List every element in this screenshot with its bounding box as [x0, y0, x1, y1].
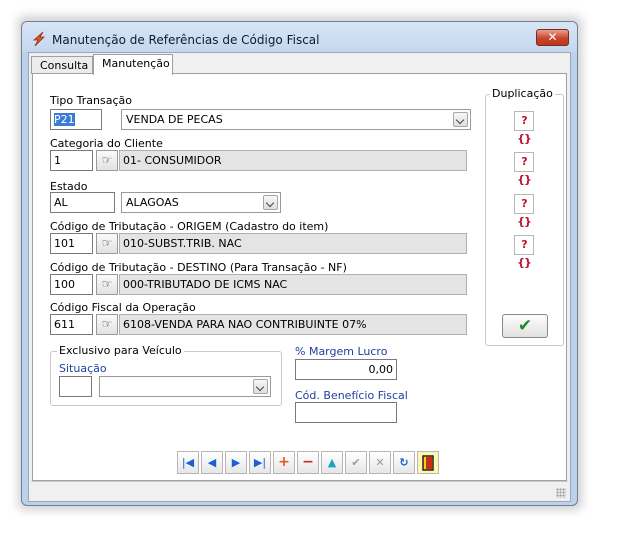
close-button[interactable]: ✕	[536, 29, 569, 46]
window-title: Manutenção de Referências de Código Fisc…	[52, 33, 320, 47]
categoria-description: 01- CONSUMIDOR	[119, 150, 467, 171]
exit-door-icon[interactable]	[417, 451, 439, 474]
veiculo-group-title: Exclusivo para Veículo	[57, 344, 184, 357]
margem-input[interactable]: 0,00	[295, 359, 397, 380]
resize-grip-icon[interactable]	[556, 488, 566, 498]
duplicate-tipo-button[interactable]: ?{}	[514, 111, 534, 145]
estado-select[interactable]: ALAGOAS	[121, 192, 281, 213]
situacao-label: Situação	[59, 362, 107, 375]
cancel-icon[interactable]: ✕	[369, 451, 391, 474]
tipo-transacao-label: Tipo Transação	[50, 94, 132, 107]
tipo-transacao-select[interactable]: VENDA DE PECAS	[121, 109, 471, 130]
trib-origem-code-input[interactable]: 101	[50, 233, 93, 254]
cfop-description: 6108-VENDA PARA NAO CONTRIBUINTE 07%	[119, 314, 467, 335]
veiculo-group: Exclusivo para Veículo Situação	[50, 344, 282, 406]
delete-icon[interactable]: −	[297, 451, 319, 474]
refresh-icon[interactable]: ↻	[393, 451, 415, 474]
main-window: Manutenção de Referências de Código Fisc…	[21, 21, 578, 506]
post-icon[interactable]: ✔	[345, 451, 367, 474]
pointing-hand-icon[interactable]: ☞	[96, 314, 118, 335]
title-bar[interactable]: Manutenção de Referências de Código Fisc…	[22, 22, 577, 52]
trib-destino-description: 000-TRIBUTADO DE ICMS NAC	[119, 274, 467, 295]
chevron-down-icon[interactable]	[453, 112, 468, 127]
duplicacao-group: Duplicação ?{} ?{} ?{} ?{} ✔	[485, 87, 564, 346]
trib-destino-code-input[interactable]: 100	[50, 274, 93, 295]
prior-record-icon[interactable]: ◀	[201, 451, 223, 474]
categoria-label: Categoria do Cliente	[50, 137, 163, 150]
duplicate-estado-button[interactable]: ?{}	[514, 194, 534, 228]
next-record-icon[interactable]: ▶	[225, 451, 247, 474]
chevron-down-icon[interactable]	[253, 379, 268, 394]
pointing-hand-icon[interactable]: ☞	[96, 150, 118, 171]
edit-icon[interactable]: ▲	[321, 451, 343, 474]
client-area: Consulta Manutenção Tipo Transação P21 V…	[28, 52, 571, 502]
last-record-icon[interactable]: ▶|	[249, 451, 271, 474]
trib-origem-description: 010-SUBST.TRIB. NAC	[119, 233, 467, 254]
duplicate-categoria-button[interactable]: ?{}	[514, 152, 534, 186]
trib-destino-label: Código de Tributação - DESTINO (Para Tra…	[50, 261, 347, 274]
tipo-transacao-value: VENDA DE PECAS	[126, 113, 223, 126]
trib-origem-label: Código de Tributação - ORIGEM (Cadastro …	[50, 220, 329, 233]
chevron-down-icon[interactable]	[263, 195, 278, 210]
tipo-transacao-code-input[interactable]: P21	[50, 109, 102, 130]
duplicacao-title: Duplicação	[490, 87, 555, 100]
pointing-hand-icon[interactable]: ☞	[96, 233, 118, 254]
status-bar	[31, 481, 568, 500]
tab-manutencao[interactable]: Manutenção	[93, 54, 173, 75]
duplicate-tributacao-button[interactable]: ?{}	[514, 235, 534, 269]
first-record-icon[interactable]: |◀	[177, 451, 199, 474]
maintenance-panel: Tipo Transação P21 VENDA DE PECAS Catego…	[32, 73, 567, 481]
estado-value: ALAGOAS	[126, 196, 179, 209]
estado-code-input[interactable]: AL	[50, 192, 115, 213]
pointing-hand-icon[interactable]: ☞	[96, 274, 118, 295]
situacao-select[interactable]	[99, 376, 271, 397]
beneficio-input[interactable]	[295, 402, 397, 423]
cfop-code-input[interactable]: 611	[50, 314, 93, 335]
door-icon	[422, 455, 434, 471]
tab-consulta[interactable]: Consulta	[31, 56, 93, 74]
cfop-label: Código Fiscal da Operação	[50, 301, 196, 314]
situacao-code-input[interactable]	[59, 376, 92, 397]
lightning-icon	[32, 31, 45, 47]
beneficio-label: Cód. Benefício Fiscal	[295, 389, 408, 402]
insert-icon[interactable]: +	[273, 451, 295, 474]
margem-label: % Margem Lucro	[295, 345, 388, 358]
confirm-button[interactable]: ✔	[502, 314, 548, 338]
categoria-code-input[interactable]: 1	[50, 150, 93, 171]
